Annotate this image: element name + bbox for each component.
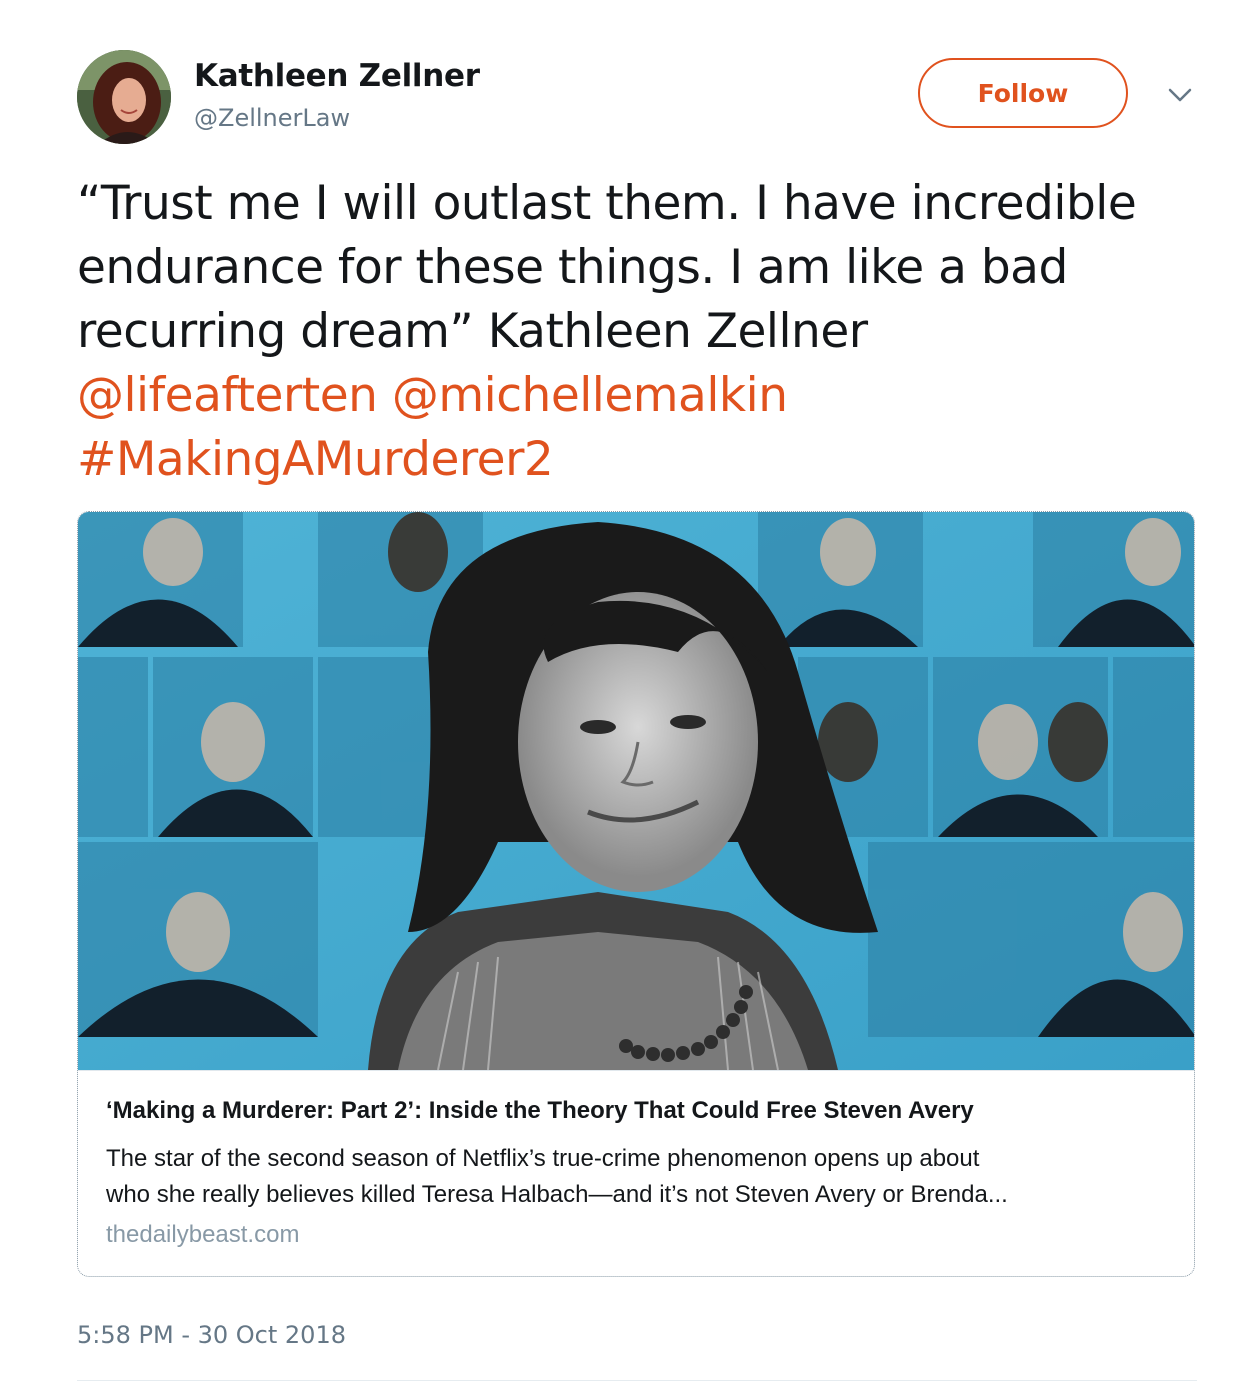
card-domain[interactable]: thedailybeast.com [106, 1221, 299, 1249]
tweet-header: Kathleen Zellner @ZellnerLaw Follow [77, 50, 1197, 146]
follow-button[interactable]: Follow [918, 58, 1128, 128]
card-description-line: who she really believes killed Teresa Ha… [106, 1181, 1008, 1208]
card-body[interactable]: ‘Making a Murderer: Part 2’: Inside the … [78, 1070, 1194, 1276]
link-card[interactable]: ‘Making a Murderer: Part 2’: Inside the … [77, 511, 1195, 1277]
tweet-text-line: endurance for these things. I am like a … [77, 240, 1068, 295]
card-description: The star of the second season of Netflix… [106, 1141, 1176, 1213]
card-description-line: The star of the second season of Netflix… [106, 1145, 980, 1172]
tweet-text: “Trust me I will outlast them. I have in… [77, 172, 1207, 492]
mentions-line: @lifeafterten @michellemalkin [77, 364, 1207, 428]
mention-link[interactable]: @lifeafterten [77, 368, 378, 423]
hashtag-link[interactable]: #MakingAMurderer2 [77, 432, 554, 487]
tweet-text-line: “Trust me I will outlast them. I have in… [77, 176, 1137, 231]
author-name[interactable]: Kathleen Zellner [194, 58, 480, 94]
author-handle[interactable]: @ZellnerLaw [194, 104, 350, 132]
divider [77, 1380, 1197, 1381]
card-image[interactable] [78, 512, 1194, 1070]
tweet-timestamp[interactable]: 5:58 PM - 30 Oct 2018 [77, 1321, 346, 1349]
avatar[interactable] [77, 50, 171, 144]
hashtag-line: #MakingAMurderer2 [77, 428, 1207, 492]
tweet-text-line: recurring dream” Kathleen Zellner [77, 304, 868, 359]
card-title[interactable]: ‘Making a Murderer: Part 2’: Inside the … [106, 1097, 974, 1125]
mention-link[interactable]: @michellemalkin [392, 368, 788, 423]
chevron-down-icon[interactable] [1165, 80, 1195, 110]
